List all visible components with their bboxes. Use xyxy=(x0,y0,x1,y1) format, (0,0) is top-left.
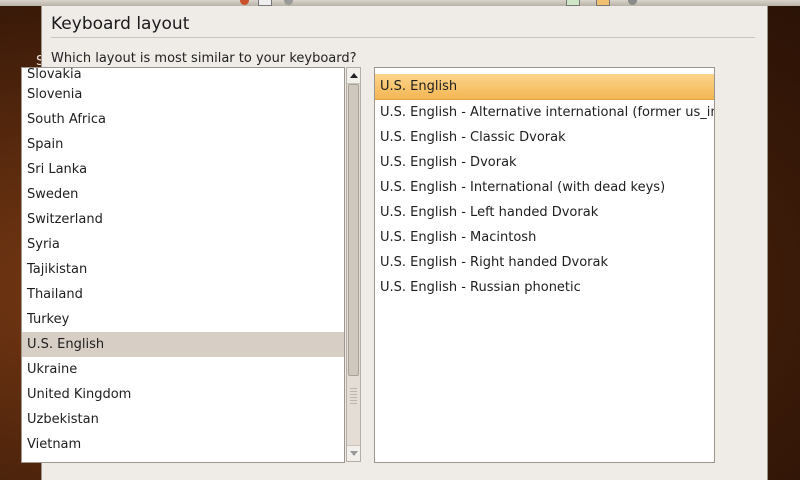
country-item[interactable]: Slovakia xyxy=(22,68,344,82)
layout-question: Which layout is most similar to your key… xyxy=(51,51,357,66)
arrow-up-icon xyxy=(349,73,358,78)
panel-app-icon[interactable] xyxy=(284,0,293,5)
page-title: Keyboard layout xyxy=(51,14,190,34)
country-item[interactable]: United Kingdom xyxy=(22,382,344,407)
variant-item[interactable]: U.S. English - Left handed Dvorak xyxy=(375,200,714,225)
variant-item[interactable]: U.S. English - Alternative international… xyxy=(375,100,714,125)
country-item[interactable]: Thailand xyxy=(22,282,344,307)
country-item[interactable]: Syria xyxy=(22,232,344,257)
scrollbar-grip xyxy=(350,388,357,406)
country-item[interactable]: Tajikistan xyxy=(22,257,344,282)
panel-app-icon[interactable] xyxy=(240,0,249,5)
variant-item[interactable]: U.S. English - Dvorak xyxy=(375,150,714,175)
scroll-up-button[interactable] xyxy=(347,68,360,84)
country-item[interactable]: Vietnam xyxy=(22,432,344,457)
panel-tray-icon[interactable] xyxy=(628,0,637,5)
country-item[interactable]: Turkey xyxy=(22,307,344,332)
country-item[interactable]: Switzerland xyxy=(22,207,344,232)
variant-list[interactable]: U.S. English U.S. English - Alternative … xyxy=(374,67,715,463)
country-item[interactable]: Sri Lanka xyxy=(22,157,344,182)
variant-item[interactable]: U.S. English - Russian phonetic xyxy=(375,275,714,300)
arrow-down-icon xyxy=(349,451,358,456)
variant-item-selected[interactable]: U.S. English xyxy=(375,74,714,100)
variant-item[interactable]: U.S. English - International (with dead … xyxy=(375,175,714,200)
country-list-scrollbar[interactable] xyxy=(346,67,361,462)
country-item[interactable]: Slovenia xyxy=(22,82,344,107)
variant-item[interactable]: U.S. English - Macintosh xyxy=(375,225,714,250)
country-list[interactable]: Slovakia Slovenia South Africa Spain Sri… xyxy=(21,67,345,463)
country-item[interactable]: Sweden xyxy=(22,182,344,207)
title-divider xyxy=(51,37,755,38)
country-item[interactable]: Uzbekistan xyxy=(22,407,344,432)
variant-item[interactable]: U.S. English - Right handed Dvorak xyxy=(375,250,714,275)
scrollbar-thumb[interactable] xyxy=(348,84,359,376)
scroll-down-button[interactable] xyxy=(347,445,360,461)
country-item[interactable]: Ukraine xyxy=(22,357,344,382)
country-item[interactable]: South Africa xyxy=(22,107,344,132)
country-item[interactable]: Spain xyxy=(22,132,344,157)
country-item-selected[interactable]: U.S. English xyxy=(22,332,344,357)
variant-item[interactable]: U.S. English - Classic Dvorak xyxy=(375,125,714,150)
